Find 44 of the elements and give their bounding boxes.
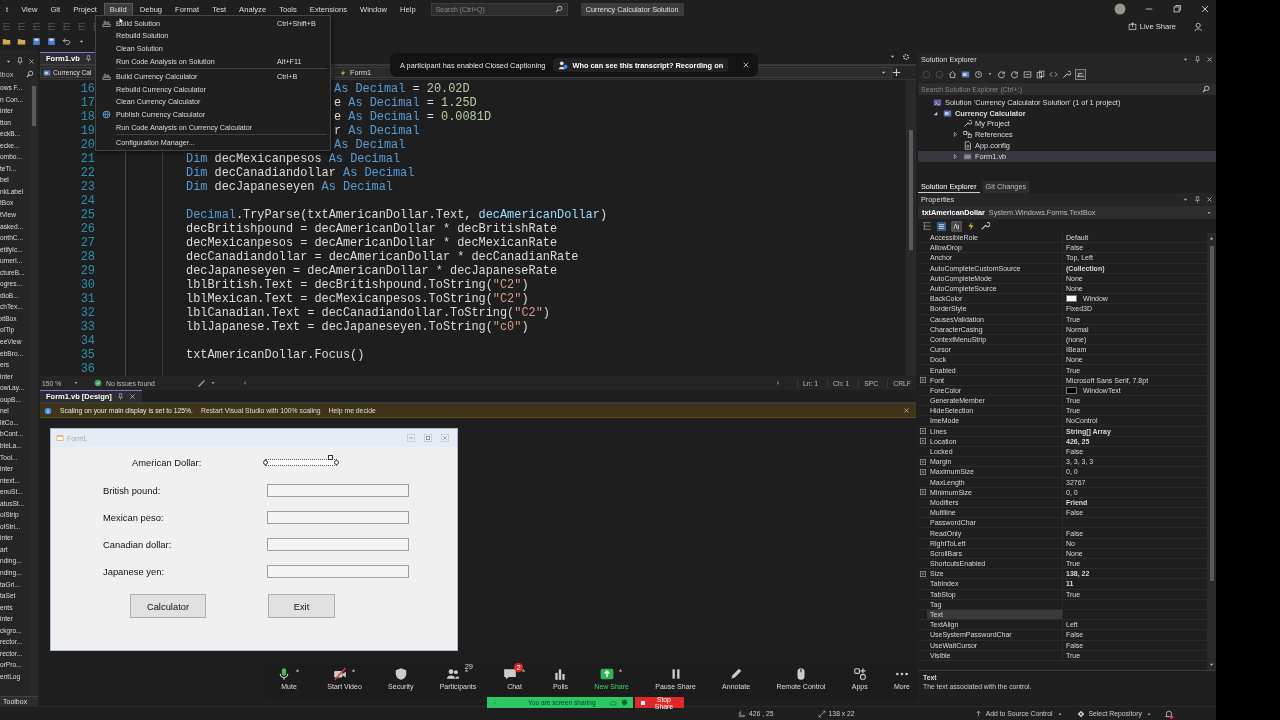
code-line: r As Decimal (334, 124, 420, 138)
code-line: As Decimal = 20.02D (334, 82, 470, 96)
line-number: 19 (79, 124, 95, 138)
field-label: Mexican peso: (103, 512, 165, 523)
field-label: British pound: (103, 485, 162, 496)
line-number: 16 (79, 82, 95, 96)
line-number: 34 (79, 334, 95, 348)
field-label: Japanese yen: (103, 566, 165, 577)
line-number: 20 (79, 138, 95, 152)
line-number: 30 (79, 278, 95, 292)
line-number: 28 (79, 250, 95, 264)
line-number: 23 (79, 180, 95, 194)
code-line: lblBritish.Text = decBritishpound.ToString("C2") (186, 278, 529, 292)
code-line: lblCanadian.Text = decCanadiandollar.ToString("C2") (186, 306, 550, 320)
line-number: 26 (79, 222, 95, 236)
code-line: decCanadiandollar = decAmericanDollar * decCanadianRate (186, 250, 579, 264)
code-line: e As Decimal = 1.25D (334, 96, 477, 110)
code-line: decBritishpound = decAmericanDollar * decBritishRate (186, 222, 558, 236)
line-number: 32 (79, 306, 95, 320)
line-number: 25 (79, 208, 95, 222)
code-line: Dim decCanadiandollar As Decimal (186, 166, 415, 180)
code-line: Decimal.TryParse(txtAmericanDollar.Text, decAmericanDollar) (186, 208, 607, 222)
code-line: Dim decMexicanpesos As Decimal (186, 152, 401, 166)
line-number: 17 (79, 96, 95, 110)
code-line: e As Decimal = 0.0081D (334, 110, 491, 124)
line-number: 24 (79, 194, 95, 208)
line-number: 27 (79, 236, 95, 250)
line-number: 22 (79, 166, 95, 180)
line-number: 29 (79, 264, 95, 278)
line-number: 33 (79, 320, 95, 334)
field-label: Canadian dollar: (103, 539, 173, 550)
line-number: 35 (79, 348, 95, 362)
code-line: decMexicanpesos = decAmericanDollar * decMexicanRate (186, 236, 558, 250)
line-number: 36 (79, 362, 95, 376)
code-line: decJapaneseyen = decAmericanDollar * decJapaneseRate (186, 264, 558, 278)
line-number: 18 (79, 110, 95, 124)
line-number: 31 (79, 292, 95, 306)
code-line: lblJapanese.Text = decJapaneseyen.ToString("c0") (186, 320, 529, 334)
line-number: 21 (79, 152, 95, 166)
code-line: Dim decJapaneseyen As Decimal (186, 180, 393, 194)
code-line: lblMexican.Text = decMexicanpesos.ToString("C2") (186, 292, 529, 306)
code-line: txtAmericanDollar.Focus() (186, 348, 365, 362)
code-line: As Decimal (334, 138, 406, 152)
field-label: American Dollar: (131, 457, 203, 468)
